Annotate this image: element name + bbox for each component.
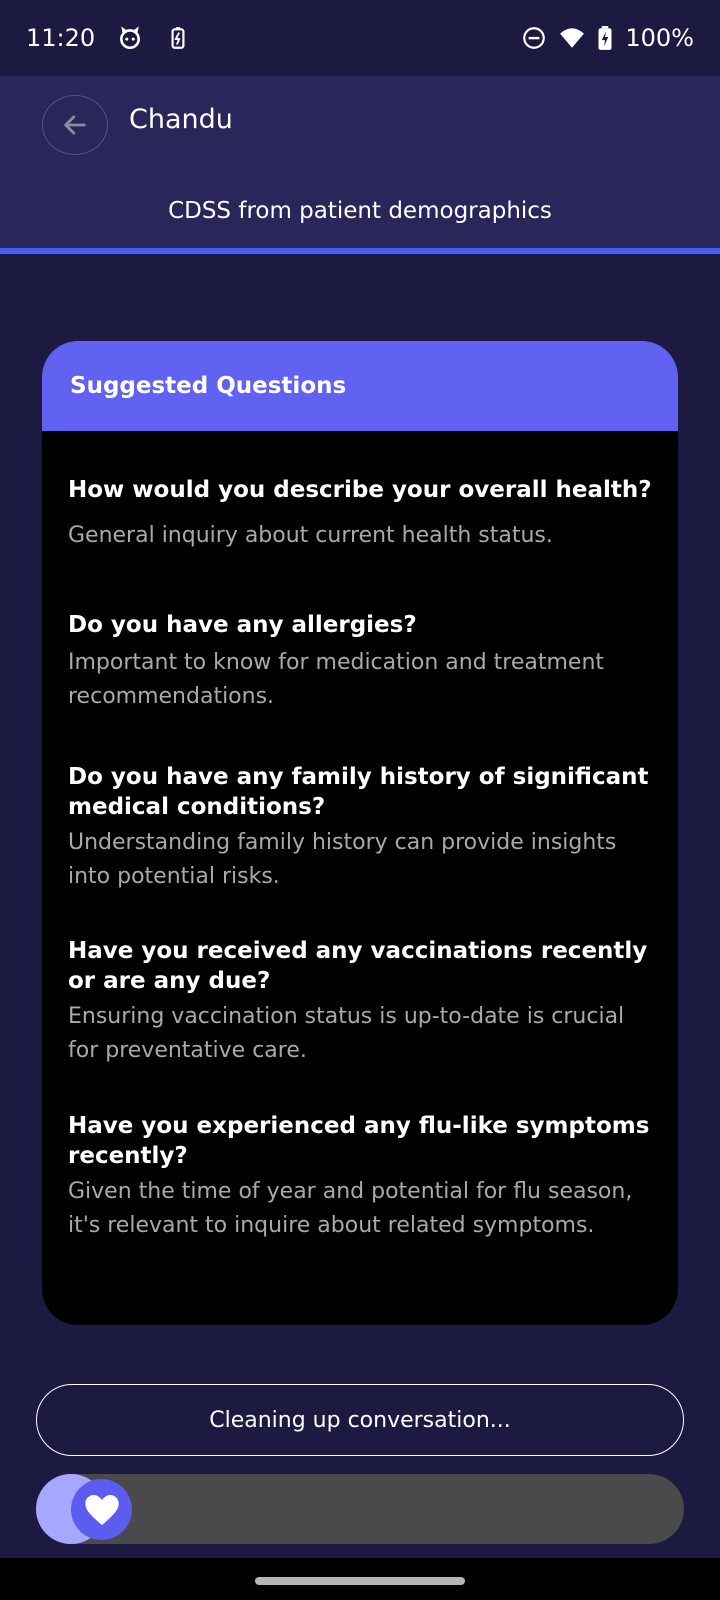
- cleanup-conversation-button[interactable]: Cleaning up conversation...: [36, 1384, 684, 1456]
- question-title: Do you have any family history of signif…: [68, 764, 649, 820]
- page-subtitle: CDSS from patient demographics: [168, 198, 552, 224]
- header-divider: [0, 248, 720, 254]
- question-item[interactable]: Have you received any vaccinations recen…: [68, 936, 658, 1068]
- arrow-left-icon: [61, 111, 89, 139]
- contact-name: Chandu: [129, 104, 233, 135]
- home-gesture-handle[interactable]: [255, 1577, 465, 1585]
- question-item[interactable]: Do you have any allergies? Important to …: [68, 610, 658, 714]
- status-time: 11:20: [26, 24, 96, 52]
- question-item[interactable]: Do you have any family history of signif…: [68, 762, 658, 894]
- question-title: Have you experienced any flu-like sympto…: [68, 1113, 650, 1169]
- question-description: General inquiry about current health sta…: [68, 523, 553, 548]
- question-description: Given the time of year and potential for…: [68, 1179, 633, 1238]
- status-bar: 11:20 100%: [0, 0, 720, 76]
- suggested-questions-card: Suggested Questions How would you descri…: [42, 341, 678, 1325]
- card-title: Suggested Questions: [42, 341, 678, 431]
- question-title: How would you describe your overall heal…: [68, 477, 652, 503]
- wifi-icon: [559, 25, 585, 51]
- battery-percentage: 100%: [625, 24, 694, 52]
- question-title: Have you received any vaccinations recen…: [68, 938, 648, 994]
- question-title: Do you have any allergies?: [68, 612, 417, 638]
- cat-face-icon: [117, 25, 143, 51]
- question-description: Ensuring vaccination status is up-to-dat…: [68, 1004, 625, 1063]
- chat-header: Chandu CDSS from patient demographics: [0, 76, 720, 254]
- battery-saver-icon: [165, 25, 191, 51]
- battery-charging-icon: [597, 25, 613, 51]
- question-item[interactable]: How would you describe your overall heal…: [68, 475, 658, 553]
- slider-handle[interactable]: [71, 1479, 132, 1540]
- back-button[interactable]: [42, 95, 108, 155]
- slider-track[interactable]: [36, 1474, 684, 1544]
- do-not-disturb-icon: [521, 25, 547, 51]
- heart-icon: [82, 1490, 122, 1530]
- question-description: Understanding family history can provide…: [68, 830, 617, 889]
- question-description: Important to know for medication and tre…: [68, 650, 605, 709]
- question-item[interactable]: Have you experienced any flu-like sympto…: [68, 1111, 658, 1243]
